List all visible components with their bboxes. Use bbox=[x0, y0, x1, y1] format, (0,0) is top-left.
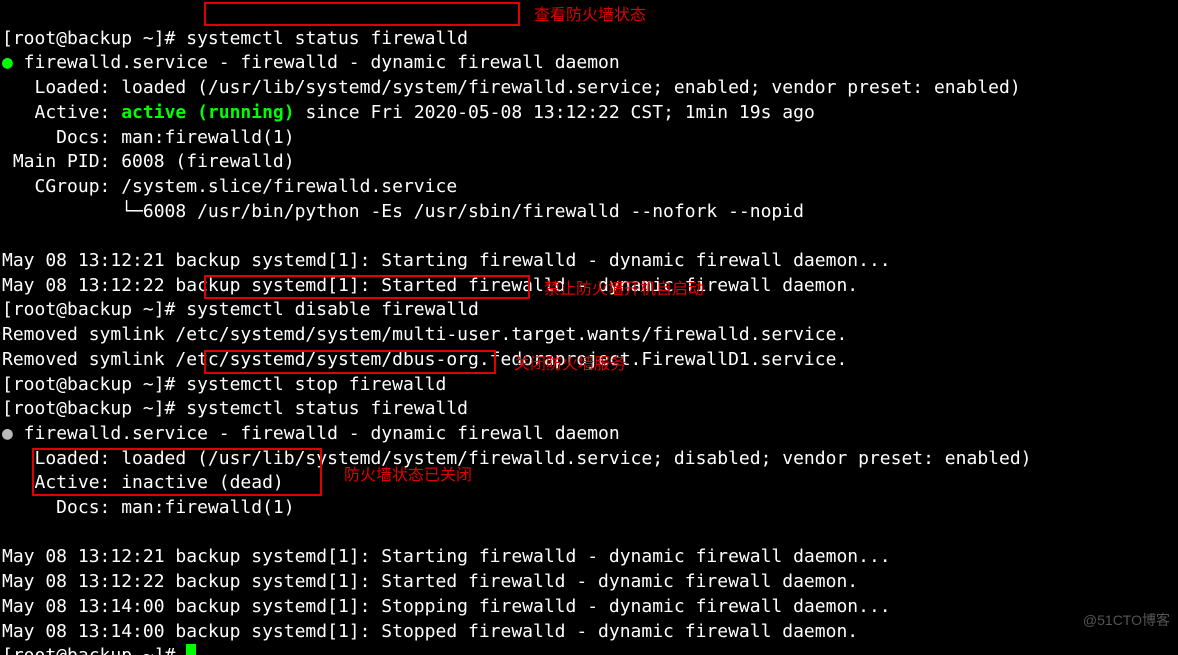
main-pid-line: Main PID: 6008 (firewalld) bbox=[2, 151, 295, 172]
output-line: Removed symlink /etc/systemd/system/dbus… bbox=[2, 349, 847, 370]
cmd-stop[interactable]: systemctl stop firewalld bbox=[186, 374, 446, 395]
loaded-line: Loaded: loaded (/usr/lib/systemd/system/… bbox=[2, 77, 1021, 98]
unit-line: firewalld.service - firewalld - dynamic … bbox=[13, 52, 620, 73]
cursor-icon[interactable] bbox=[186, 644, 196, 655]
status-dot-inactive: ● bbox=[2, 423, 13, 444]
status-dot-active: ● bbox=[2, 52, 13, 73]
log-line: May 08 13:12:21 backup systemd[1]: Start… bbox=[2, 546, 891, 567]
watermark: @51CTO博客 bbox=[1083, 608, 1170, 633]
active-suffix: since Fri 2020-05-08 13:12:22 CST; 1min … bbox=[295, 102, 815, 123]
cgroup-line: CGroup: /system.slice/firewalld.service bbox=[2, 176, 457, 197]
prompt: [root@backup ~]# bbox=[2, 374, 186, 395]
prompt: [root@backup ~]# bbox=[2, 398, 186, 419]
active-line-inactive: Active: inactive (dead) bbox=[2, 472, 284, 493]
docs-line: Docs: man:firewalld(1) bbox=[2, 127, 295, 148]
log-line: May 08 13:12:22 backup systemd[1]: Start… bbox=[2, 571, 858, 592]
log-line: May 08 13:14:00 backup systemd[1]: Stopp… bbox=[2, 621, 858, 642]
cgroup-child-line: └─6008 /usr/bin/python -Es /usr/sbin/fir… bbox=[2, 201, 804, 222]
log-line: May 08 13:14:00 backup systemd[1]: Stopp… bbox=[2, 596, 891, 617]
log-line: May 08 13:12:22 backup systemd[1]: Start… bbox=[2, 275, 858, 296]
prompt: [root@backup ~]# bbox=[2, 28, 186, 49]
cmd-disable[interactable]: systemctl disable firewalld bbox=[186, 299, 479, 320]
unit-line: firewalld.service - firewalld - dynamic … bbox=[13, 423, 620, 444]
loaded-line: Loaded: loaded (/usr/lib/systemd/system/… bbox=[2, 448, 1032, 469]
active-prefix: Active: bbox=[2, 102, 121, 123]
active-state-running: active (running) bbox=[121, 102, 294, 123]
terminal-output: [root@backup ~]# systemctl status firewa… bbox=[0, 0, 1178, 655]
prompt: [root@backup ~]# bbox=[2, 299, 186, 320]
cmd-status-1[interactable]: systemctl status firewalld bbox=[186, 28, 468, 49]
log-line: May 08 13:12:21 backup systemd[1]: Start… bbox=[2, 250, 891, 271]
prompt: [root@backup ~]# bbox=[2, 645, 186, 655]
docs-line: Docs: man:firewalld(1) bbox=[2, 497, 295, 518]
output-line: Removed symlink /etc/systemd/system/mult… bbox=[2, 324, 847, 345]
cmd-status-2[interactable]: systemctl status firewalld bbox=[186, 398, 468, 419]
